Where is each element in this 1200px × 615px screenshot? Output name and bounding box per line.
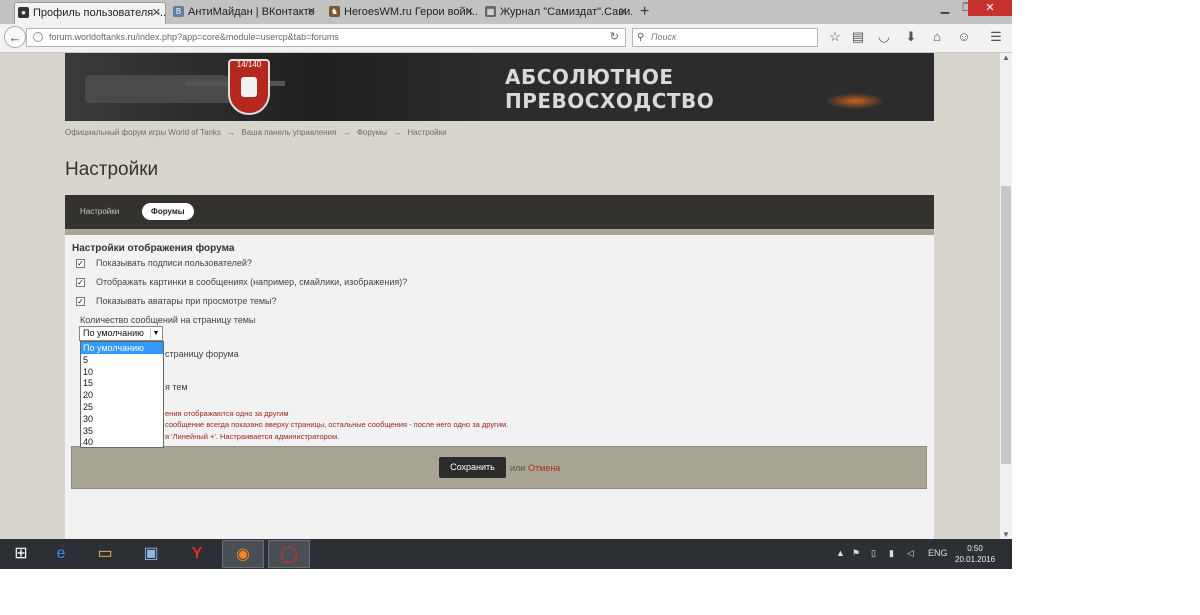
or-label: или — [510, 463, 526, 473]
fist-icon — [241, 77, 257, 97]
tab-profile[interactable]: ● Профиль пользователя -... ✕ — [14, 2, 166, 24]
search-placeholder: Поиск — [651, 32, 677, 42]
checkbox-label: Отображать картинки в сообщениях (наприм… — [96, 277, 408, 287]
tray-flag-icon[interactable]: ⚑ — [852, 548, 860, 559]
topics-view-label: я тем — [165, 382, 188, 392]
clock[interactable]: 0:50 20.01.2016 — [955, 543, 995, 565]
tab-bar: ● Профиль пользователя -... ✕ B АнтиМайд… — [0, 0, 1012, 24]
volume-icon[interactable]: ◁ — [907, 548, 914, 559]
tab-label: Профиль пользователя -... — [33, 7, 166, 19]
note-line: сообщение всегда показано вверху страниц… — [165, 420, 509, 429]
checkbox-label: Показывать подписи пользователей? — [96, 258, 252, 268]
breadcrumb: Официальный форум игры World of Tanks → … — [65, 128, 447, 137]
tray-device-icon[interactable]: ▯ — [871, 548, 876, 559]
menu-icon[interactable]: ☰ — [988, 28, 1004, 46]
computer-icon[interactable]: ▣ — [130, 540, 172, 568]
url-text: forum.worldoftanks.ru/index.php?app=core… — [49, 32, 339, 42]
scroll-up-icon[interactable]: ▲ — [1002, 53, 1010, 62]
tab-vk[interactable]: B АнтиМайдан | ВКонтакте ✕ — [170, 2, 320, 24]
breadcrumb-settings[interactable]: Настройки — [407, 128, 446, 137]
download-icon[interactable]: ⬇ — [903, 28, 919, 46]
new-tab-button[interactable]: + — [640, 2, 649, 22]
samizdat-favicon-icon: ▦ — [485, 6, 496, 17]
url-bar[interactable]: forum.worldoftanks.ru/index.php?app=core… — [26, 28, 626, 47]
tab-settings[interactable]: Настройки — [80, 207, 119, 216]
images-checkbox[interactable]: ✓ — [76, 278, 85, 287]
topics-per-forum-label: страницу форума — [165, 349, 239, 359]
explorer-icon[interactable]: ▭ — [84, 540, 126, 568]
banner-tagline: АБСОЛЮТНОЕ ПРЕВОСХОДСТВО — [505, 65, 715, 113]
dropdown-option[interactable]: 20 — [81, 389, 163, 401]
dropdown-option[interactable]: 15 — [81, 377, 163, 389]
note-line: я 'Линейный +'. Настраивается администра… — [165, 432, 340, 441]
close-icon[interactable]: ✕ — [619, 2, 628, 22]
close-icon[interactable]: ✕ — [465, 2, 474, 22]
scrollbar[interactable]: ▲ ▼ — [1000, 53, 1012, 539]
start-button[interactable]: ⊞ — [0, 540, 42, 568]
taskbar: ⊞ e ▭ ▣ Y ◉ ◯ ▲ ⚑ ▯ ▮ ◁ ENG 0:50 20.01.2… — [0, 539, 1012, 569]
language-indicator[interactable]: ENG — [928, 548, 948, 558]
settings-tabs: Настройки Форумы — [65, 195, 934, 229]
reading-list-icon[interactable]: ▤ — [850, 28, 866, 46]
tab-label: HeroesWM.ru Герои войн... — [344, 6, 478, 18]
bookmark-star-icon[interactable]: ☆ — [827, 28, 843, 46]
breadcrumb-cp[interactable]: Ваша панель управления — [241, 128, 336, 137]
back-button[interactable]: ← — [4, 26, 26, 48]
yandex-icon[interactable]: Y — [176, 540, 218, 568]
tab-label: Журнал "Самиздат".Сави... — [500, 6, 632, 18]
tab-forums[interactable]: Форумы — [142, 203, 194, 220]
dropdown-option[interactable]: По умолчанию — [81, 342, 163, 354]
chevron-down-icon[interactable]: ▼ — [150, 328, 161, 339]
ie-icon[interactable]: e — [40, 540, 82, 568]
scroll-thumb[interactable] — [1001, 186, 1011, 464]
opera-icon[interactable]: ◯ — [268, 540, 310, 568]
tank-image — [85, 75, 235, 103]
breadcrumb-home[interactable]: Официальный форум игры World of Tanks — [65, 128, 221, 137]
dropdown-option[interactable]: 30 — [81, 413, 163, 425]
close-icon[interactable]: ✕ — [152, 3, 161, 23]
browser-window: ● Профиль пользователя -... ✕ B АнтиМайд… — [0, 0, 1012, 569]
shield-label: 14/140 — [236, 60, 262, 69]
tab-samizdat[interactable]: ▦ Журнал "Самиздат".Сави... ✕ — [482, 2, 632, 24]
avatars-checkbox[interactable]: ✓ — [76, 297, 85, 306]
section-title: Настройки отображения форума — [72, 243, 235, 254]
site-banner: 14/140 АБСОЛЮТНОЕ ПРЕВОСХОДСТВО — [65, 53, 934, 121]
wot-favicon-icon: ● — [18, 7, 29, 18]
breadcrumb-forums[interactable]: Форумы — [357, 128, 387, 137]
scroll-down-icon[interactable]: ▼ — [1002, 530, 1010, 539]
search-icon: ⚲ — [637, 32, 645, 43]
note-line: ения отображаются одно за другим — [165, 409, 289, 418]
firefox-icon[interactable]: ◉ — [222, 540, 264, 568]
chat-icon[interactable]: ☺ — [956, 28, 972, 46]
posts-per-topic-label: Количество сообщений на страницу темы — [80, 315, 256, 325]
tray-arrow-icon[interactable]: ▲ — [836, 548, 845, 558]
dropdown-option[interactable]: 25 — [81, 401, 163, 413]
dropdown-option[interactable]: 5 — [81, 354, 163, 366]
globe-icon — [33, 32, 43, 42]
search-input[interactable]: ⚲ Поиск — [632, 28, 818, 47]
tab-label: АнтиМайдан | ВКонтакте — [188, 6, 315, 18]
save-button[interactable]: Сохранить — [439, 457, 506, 478]
close-icon[interactable]: ✕ — [307, 2, 316, 22]
posts-per-topic-dropdown[interactable]: По умолчанию 5 10 15 20 25 30 35 40 — [80, 341, 164, 448]
window-close-button[interactable]: ✕ — [968, 0, 1012, 16]
tab-heroes[interactable]: ♞ HeroesWM.ru Герои войн... ✕ — [326, 2, 478, 24]
signatures-checkbox[interactable]: ✓ — [76, 259, 85, 268]
checkbox-label: Показывать аватары при просмотре темы? — [96, 296, 277, 306]
cancel-link[interactable]: Отмена — [528, 463, 560, 473]
pocket-icon[interactable]: ◡ — [876, 28, 892, 46]
posts-per-topic-select[interactable]: По умолчанию ▼ — [79, 326, 163, 341]
heroes-favicon-icon: ♞ — [329, 6, 340, 17]
page-content: 14/140 АБСОЛЮТНОЕ ПРЕВОСХОДСТВО Официаль… — [0, 53, 1000, 539]
vk-favicon-icon: B — [173, 6, 184, 17]
reload-icon[interactable]: ↻ — [610, 29, 619, 46]
dropdown-option[interactable]: 10 — [81, 366, 163, 378]
dropdown-option[interactable]: 40 — [81, 436, 163, 448]
signal-icon[interactable]: ▮ — [889, 548, 894, 559]
page-title: Настройки — [65, 159, 159, 180]
home-icon[interactable]: ⌂ — [929, 28, 945, 46]
dropdown-option[interactable]: 35 — [81, 425, 163, 437]
